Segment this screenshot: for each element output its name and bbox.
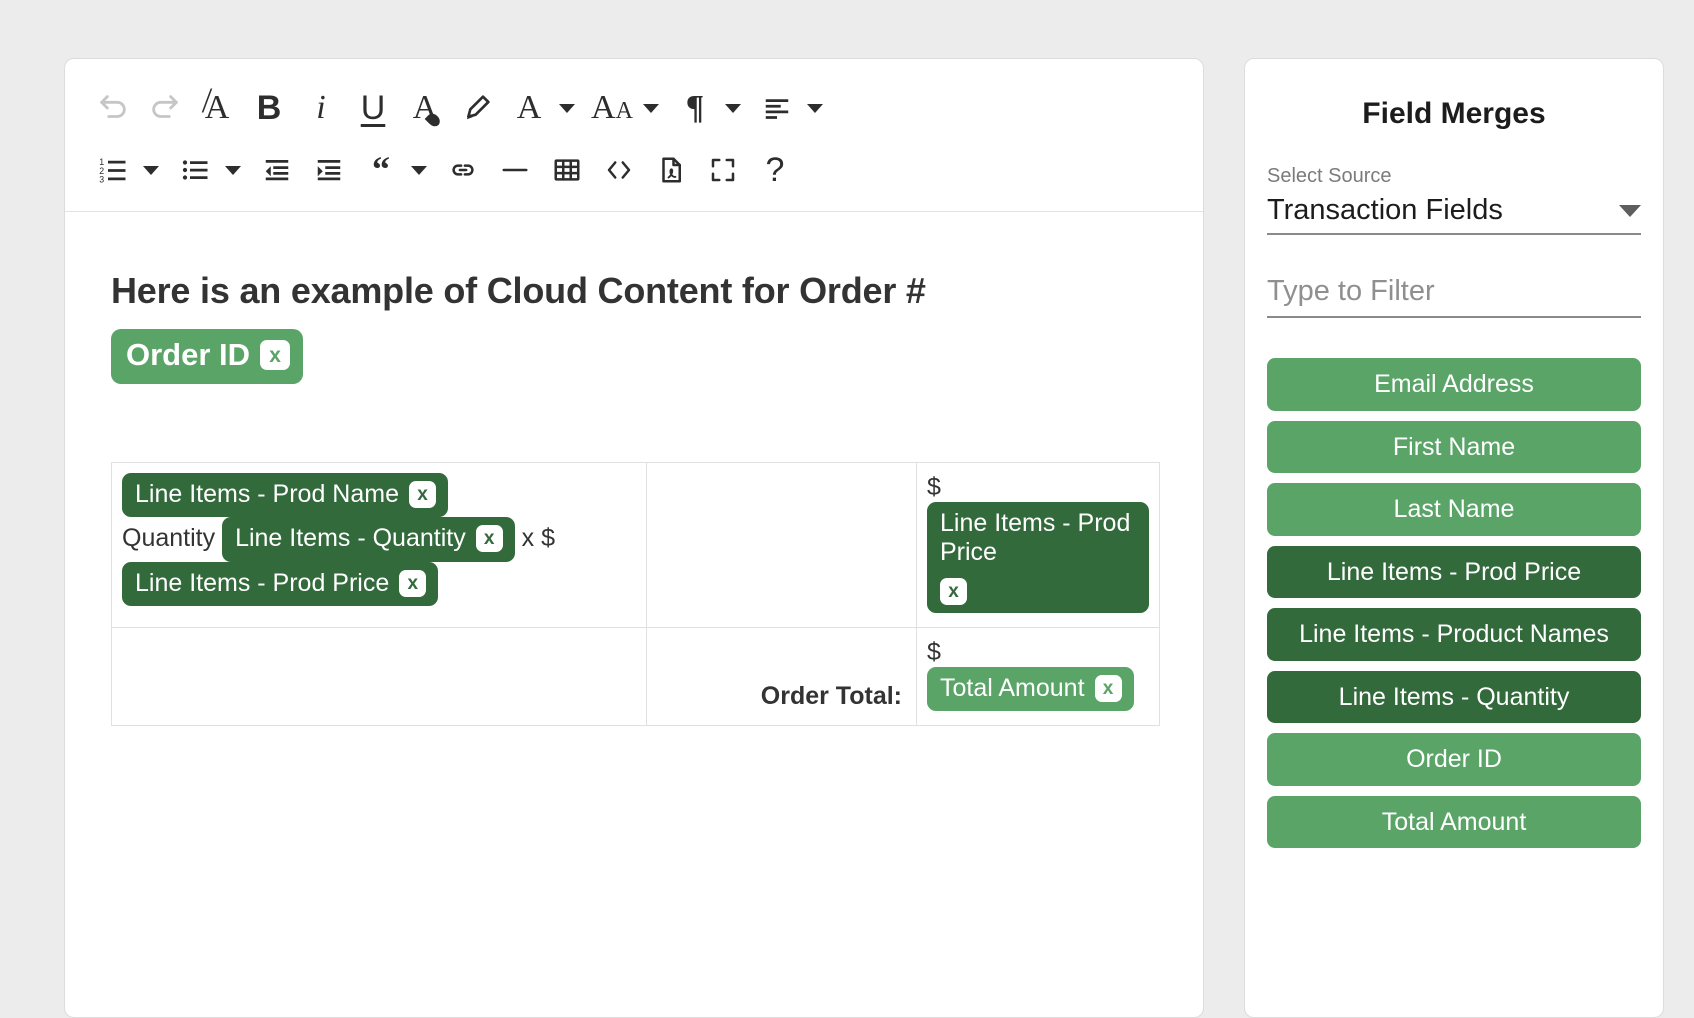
- chevron-down-icon[interactable]: [143, 165, 159, 175]
- heading-token-line: Order ID x: [111, 329, 1157, 384]
- remove-token-icon[interactable]: x: [940, 577, 967, 605]
- indent-icon[interactable]: [303, 146, 355, 194]
- chevron-down-icon[interactable]: [806, 103, 823, 113]
- document-canvas[interactable]: Here is an example of Cloud Content for …: [65, 212, 1203, 766]
- order-total-value-cell[interactable]: $ Total Amount x: [916, 626, 1160, 727]
- svg-text:3: 3: [99, 175, 104, 185]
- select-source-value: Transaction Fields: [1267, 194, 1503, 226]
- text-color-icon[interactable]: A: [399, 84, 451, 132]
- merge-field-button[interactable]: Total Amount: [1267, 795, 1641, 848]
- unordered-list-icon[interactable]: [169, 146, 221, 194]
- toolbar-row-2: 1 2 3 “?: [83, 139, 1185, 201]
- remove-token-icon[interactable]: x: [260, 340, 291, 371]
- document-heading-text: Here is an example of Cloud Content for …: [111, 270, 926, 311]
- font-family-icon[interactable]: A: [503, 84, 555, 132]
- merge-field-list: Email Address First Name Last Name Line Ite…: [1267, 358, 1641, 848]
- merge-token[interactable]: Line Items - Prod Name x: [122, 472, 448, 518]
- merge-token[interactable]: Total Amount x: [927, 666, 1134, 712]
- order-total-label: Order Total:: [760, 681, 902, 710]
- font-size-icon[interactable]: AA: [585, 84, 639, 132]
- ordered-list-icon[interactable]: 123: [87, 146, 139, 194]
- merge-field-button[interactable]: Line Items - Product Names: [1267, 608, 1641, 661]
- static-text: $: [927, 637, 941, 666]
- document-heading: Here is an example of Cloud Content for …: [111, 268, 1157, 313]
- price-cell[interactable]: $ Line Items - Prod Price x: [916, 461, 1160, 628]
- editor-toolbar: A̸BiUAAAA¶ 123“?: [65, 59, 1203, 212]
- static-text: Quantity: [122, 523, 223, 552]
- middle-cell[interactable]: [646, 461, 917, 628]
- outdent-icon[interactable]: [251, 146, 303, 194]
- insert-table-icon[interactable]: [541, 146, 593, 194]
- filter-input[interactable]: [1267, 269, 1641, 318]
- merge-token-label: Order ID: [126, 337, 251, 372]
- static-text: x $: [514, 523, 556, 552]
- panel-title: Field Merges: [1362, 97, 1546, 130]
- field-merges-panel: Field Merges Select Source Transaction F…: [1244, 58, 1664, 1018]
- merge-field-button[interactable]: First Name: [1267, 420, 1641, 473]
- merge-token[interactable]: Line Items - Quantity x: [222, 517, 515, 562]
- merge-field-button[interactable]: Last Name: [1267, 483, 1641, 536]
- chevron-down-icon[interactable]: [225, 165, 241, 175]
- merge-token-label: Line Items - Quantity: [235, 524, 466, 553]
- fullscreen-icon[interactable]: [697, 146, 749, 194]
- help-icon[interactable]: ?: [749, 146, 801, 194]
- remove-token-icon[interactable]: x: [1094, 674, 1122, 702]
- chevron-down-icon[interactable]: [1619, 204, 1641, 217]
- remove-token-icon[interactable]: x: [409, 480, 436, 508]
- chevron-down-icon[interactable]: [724, 103, 741, 113]
- merge-token[interactable]: Line Items - Prod Price x: [122, 561, 439, 607]
- align-icon[interactable]: [751, 84, 803, 132]
- merge-token-order-id[interactable]: Order ID x: [111, 329, 304, 384]
- merge-field-button[interactable]: Email Address: [1267, 358, 1641, 411]
- rich-text-editor-card: A̸BiUAAAA¶ 123“? Here is an example of C…: [64, 58, 1204, 1018]
- filter-field: [1267, 269, 1641, 318]
- bold-icon[interactable]: B: [243, 84, 295, 132]
- merge-token-label: Line Items - Prod Price: [940, 508, 1131, 567]
- italic-icon[interactable]: i: [295, 84, 347, 132]
- remove-token-icon[interactable]: x: [399, 569, 427, 597]
- paragraph-format-icon[interactable]: ¶: [669, 84, 721, 132]
- table-row: Line Items - Prod Name x Quantity Line Ite…: [111, 461, 1160, 628]
- horizontal-rule-icon[interactable]: [489, 146, 541, 194]
- clear-formatting-icon[interactable]: A̸: [191, 84, 243, 132]
- merge-field-button[interactable]: Line Items - Prod Price: [1267, 545, 1641, 598]
- quote-icon[interactable]: “: [355, 146, 407, 194]
- merge-field-button[interactable]: Line Items - Quantity: [1267, 670, 1641, 723]
- select-source-label: Select Source: [1267, 165, 1392, 187]
- insert-link-icon[interactable]: [437, 146, 489, 194]
- toolbar-row-1: A̸BiUAAAA¶: [83, 77, 1185, 139]
- redo-icon[interactable]: [139, 84, 191, 132]
- empty-cell[interactable]: [111, 626, 647, 727]
- table-row: Order Total: $ Total Amount x: [111, 626, 1160, 727]
- order-total-label-cell[interactable]: Order Total:: [646, 626, 917, 727]
- chevron-down-icon[interactable]: [559, 103, 575, 113]
- select-source-dropdown[interactable]: Transaction Fields: [1267, 194, 1641, 235]
- merge-token-label: Line Items - Prod Price: [135, 568, 390, 597]
- merge-token-label: Total Amount: [940, 673, 1085, 702]
- select-source-field: Select Source Transaction Fields: [1267, 165, 1641, 235]
- undo-icon[interactable]: [87, 84, 139, 132]
- chevron-down-icon[interactable]: [411, 165, 427, 175]
- merge-token-label: Line Items - Prod Name: [135, 479, 399, 508]
- underline-icon[interactable]: U: [347, 84, 399, 132]
- merge-token[interactable]: Line Items - Prod Price x: [927, 501, 1149, 613]
- code-view-icon[interactable]: [593, 146, 645, 194]
- app-root: A̸BiUAAAA¶ 123“? Here is an example of C…: [0, 0, 1694, 1018]
- merge-field-button[interactable]: Order ID: [1267, 733, 1641, 786]
- highlight-icon[interactable]: [451, 84, 503, 132]
- static-text: $: [927, 472, 941, 501]
- export-pdf-icon[interactable]: [645, 146, 697, 194]
- chevron-down-icon[interactable]: [642, 103, 659, 113]
- remove-token-icon[interactable]: x: [475, 525, 503, 553]
- content-table: Line Items - Prod Name x Quantity Line Ite…: [111, 461, 1160, 727]
- product-cell[interactable]: Line Items - Prod Name x Quantity Line Ite…: [111, 461, 647, 628]
